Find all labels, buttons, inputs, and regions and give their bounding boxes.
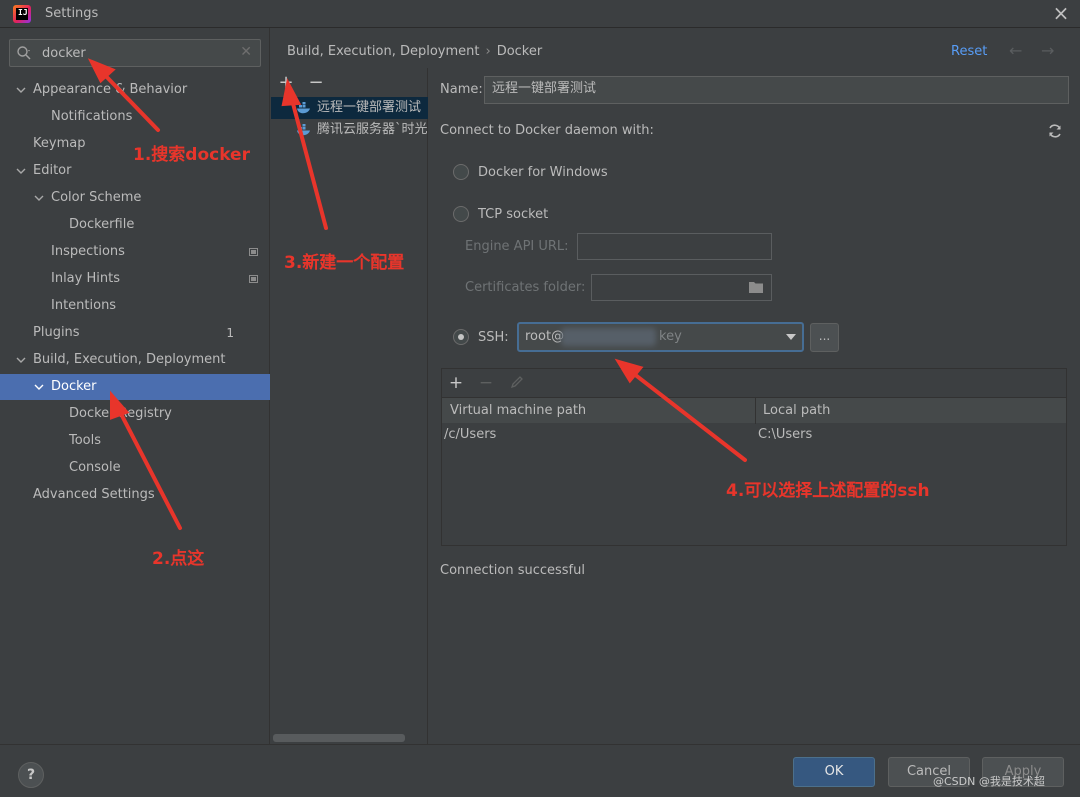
settings-sidebar: docker ✕ Appearance & Behavior Notificat… (0, 28, 270, 744)
table-row[interactable]: /c/Users C:\Users (442, 423, 1066, 447)
config-item-tencent-cloud[interactable]: 腾讯云服务器`时光论 (271, 119, 428, 141)
certificates-field[interactable] (591, 274, 772, 301)
config-label: 远程一键部署测试 (317, 100, 422, 115)
docker-windows-radio[interactable] (453, 164, 469, 180)
tree-item-editor[interactable]: Editor (0, 158, 270, 184)
name-label: Name: (440, 82, 483, 97)
tree-item-console[interactable]: Console (0, 455, 270, 481)
forward-arrow-icon[interactable]: → (1041, 41, 1054, 60)
horizontal-scrollbar[interactable] (273, 734, 405, 742)
tree-item-intentions[interactable]: Intentions (0, 293, 270, 319)
back-arrow-icon[interactable]: ← (1009, 41, 1022, 60)
ssh-browse-button[interactable]: ... (810, 323, 839, 352)
path-mappings-table: + − Virtual machine path Local path /c/U… (441, 368, 1067, 546)
search-input[interactable]: docker ✕ (9, 39, 261, 67)
chevron-down-icon (34, 384, 44, 390)
tree-item-advanced-settings[interactable]: Advanced Settings (0, 482, 270, 508)
column-header-local-path[interactable]: Local path (755, 398, 830, 424)
ssh-host-redaction (561, 328, 656, 346)
vm-path-cell: /c/Users (444, 427, 497, 442)
config-label: 腾讯云服务器`时光论 (317, 122, 428, 137)
chevron-down-icon (16, 357, 26, 363)
ssh-value-prefix: root@ (525, 329, 565, 344)
help-button[interactable]: ? (18, 762, 44, 788)
table-toolbar: + − (442, 369, 1066, 397)
title-bar: IJ Settings × (0, 0, 1080, 28)
window-title: Settings (45, 6, 99, 21)
connect-label: Connect to Docker daemon with: (440, 123, 654, 138)
refresh-icon[interactable] (1047, 123, 1063, 139)
reset-link[interactable]: Reset (951, 44, 987, 59)
certificates-label: Certificates folder: (465, 280, 586, 295)
breadcrumb-parent[interactable]: Build, Execution, Deployment (287, 44, 479, 59)
tree-item-inlay-hints[interactable]: Inlay Hints (0, 266, 270, 292)
ok-button[interactable]: OK (793, 757, 875, 787)
clear-search-icon[interactable]: ✕ (240, 44, 252, 60)
engine-api-field[interactable] (577, 233, 772, 260)
search-value: docker (42, 46, 86, 61)
table-header: Virtual machine path Local path (442, 397, 1066, 424)
tree-item-build-execution-deployment[interactable]: Build, Execution, Deployment (0, 347, 270, 373)
ssh-value-suffix: key (659, 329, 682, 344)
tree-item-color-scheme[interactable]: Color Scheme (0, 185, 270, 211)
tree-item-plugins[interactable]: Plugins 1 (0, 320, 270, 346)
docker-config-list: + − 远程一键部署测试 腾讯云服务器`时光论 (271, 68, 428, 744)
name-field[interactable]: 远程一键部署测试 (484, 76, 1069, 104)
engine-api-label: Engine API URL: (465, 239, 569, 254)
dropdown-arrow-icon (786, 334, 796, 340)
ssh-config-dropdown[interactable]: root@ key (517, 322, 804, 352)
intellij-logo-icon: IJ (13, 5, 31, 23)
ssh-radio[interactable] (453, 329, 469, 345)
csdn-watermark: @CSDN @我是技术超 (933, 775, 1045, 788)
docker-whale-icon (297, 124, 310, 136)
column-header-vm-path[interactable]: Virtual machine path (442, 398, 586, 424)
edit-icon[interactable] (510, 375, 524, 389)
docker-windows-label[interactable]: Docker for Windows (478, 165, 608, 180)
plugins-count-badge: 1 (226, 326, 234, 340)
tree-item-docker[interactable]: Docker (0, 374, 270, 400)
add-config-button[interactable]: + (276, 72, 296, 94)
local-path-cell: C:\Users (758, 427, 813, 442)
tcp-socket-label[interactable]: TCP socket (478, 207, 548, 222)
breadcrumb: Build, Execution, Deployment › Docker (287, 44, 542, 59)
project-settings-icon (249, 275, 258, 283)
remove-config-button[interactable]: − (306, 72, 326, 94)
tree-item-tools[interactable]: Tools (0, 428, 270, 454)
add-mapping-icon[interactable]: + (446, 372, 466, 394)
ssh-label[interactable]: SSH: (478, 330, 509, 345)
breadcrumb-separator: › (485, 44, 491, 59)
tree-item-inspections[interactable]: Inspections (0, 239, 270, 265)
close-icon[interactable]: × (1050, 2, 1072, 24)
tree-item-keymap[interactable]: Keymap (0, 131, 270, 157)
tree-item-dockerfile[interactable]: Dockerfile (0, 212, 270, 238)
chevron-down-icon (16, 87, 26, 93)
tcp-socket-radio[interactable] (453, 206, 469, 222)
project-settings-icon (249, 248, 258, 256)
tree-item-appearance-behavior[interactable]: Appearance & Behavior (0, 77, 270, 103)
docker-config-form: Name: 远程一键部署测试 Connect to Docker daemon … (429, 68, 1080, 744)
chevron-down-icon (16, 168, 26, 174)
config-item-remote-deploy[interactable]: 远程一键部署测试 (271, 97, 428, 119)
chevron-down-icon (34, 195, 44, 201)
connection-status: Connection successful (440, 563, 585, 578)
tree-item-docker-registry[interactable]: Docker Registry (0, 401, 270, 427)
tree-item-notifications[interactable]: Notifications (0, 104, 270, 130)
remove-mapping-icon[interactable]: − (476, 372, 496, 394)
breadcrumb-current: Docker (496, 44, 543, 59)
search-icon (17, 46, 31, 60)
dialog-footer: ? OK Cancel Apply @CSDN @我是技术超 (0, 744, 1080, 797)
docker-whale-icon (297, 102, 310, 114)
folder-icon[interactable] (748, 280, 764, 294)
